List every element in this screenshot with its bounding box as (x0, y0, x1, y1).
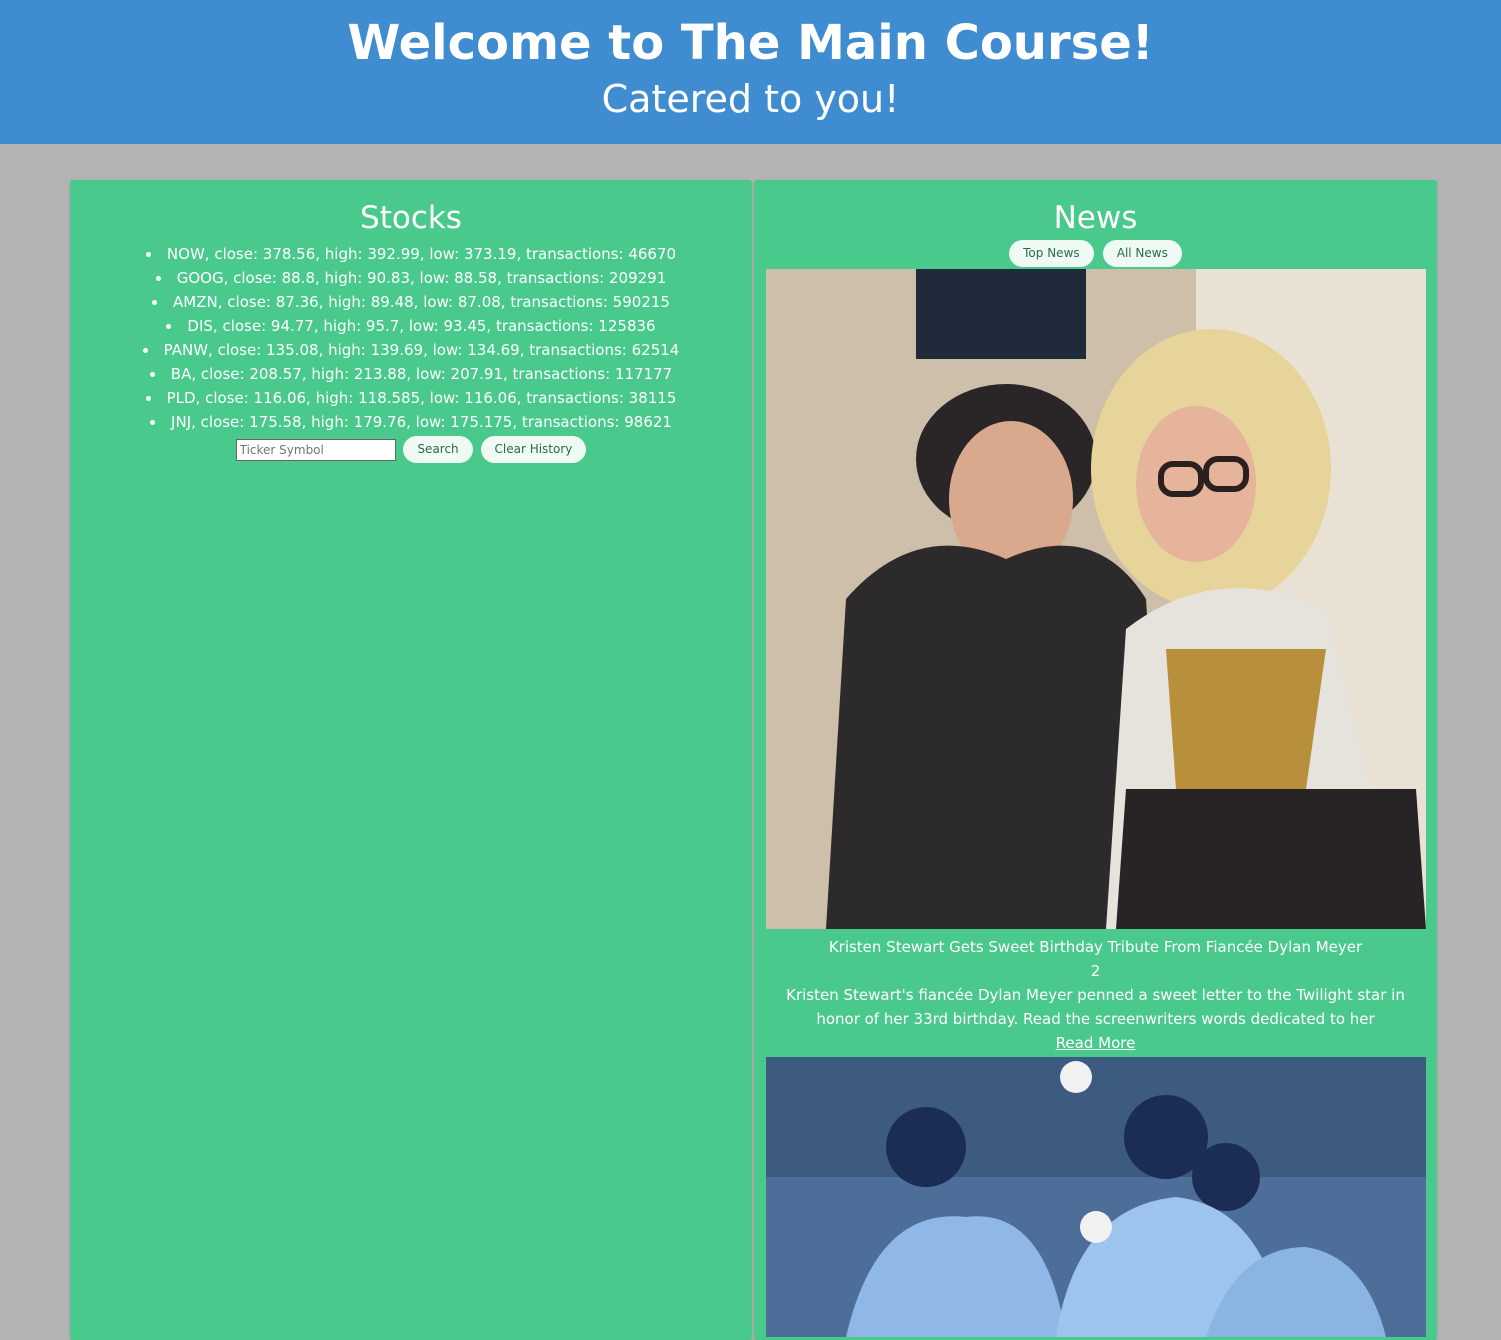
stocks-panel: Stocks NOW, close: 378.56, high: 392.99,… (70, 180, 752, 1340)
article-photo-illustration (765, 1057, 1426, 1337)
page-header: Welcome to The Main Course! Catered to y… (0, 0, 1501, 144)
page-subtitle: Catered to you! (601, 77, 900, 121)
ticker-search-row: Search Clear History (70, 436, 752, 463)
article-image (765, 269, 1426, 929)
read-more-link[interactable]: Read More (1056, 1034, 1136, 1052)
stock-item: PANW, close: 135.08, high: 139.69, low: … (70, 338, 752, 362)
article-title: Kristen Stewart Gets Sweet Birthday Trib… (828, 938, 1363, 956)
page-title: Welcome to The Main Course! (347, 15, 1154, 71)
stocks-title: Stocks (360, 200, 462, 236)
article-photo-illustration (765, 269, 1426, 929)
all-news-button[interactable]: All News (1102, 240, 1182, 267)
article-description: Kristen Stewart's fiancée Dylan Meyer pe… (786, 986, 1405, 1028)
stock-item: AMZN, close: 87.36, high: 89.48, low: 87… (70, 290, 752, 314)
ticker-symbol-input[interactable] (235, 438, 396, 461)
stock-item: PLD, close: 116.06, high: 118.585, low: … (70, 386, 752, 410)
stock-item: BA, close: 208.57, high: 213.88, low: 20… (70, 362, 752, 386)
top-news-button[interactable]: Top News (1009, 240, 1094, 267)
news-title: News (1053, 200, 1138, 236)
stock-item: GOOG, close: 88.8, high: 90.83, low: 88.… (70, 266, 752, 290)
search-button[interactable]: Search (403, 436, 473, 463)
news-article: Kristen Stewart Gets Sweet Birthday Trib… (754, 269, 1437, 1055)
article-image (765, 1057, 1426, 1337)
stock-list: NOW, close: 378.56, high: 392.99, low: 3… (70, 242, 752, 434)
news-filter-buttons: Top News All News (754, 240, 1437, 267)
stock-item: DIS, close: 94.77, high: 95.7, low: 93.4… (70, 314, 752, 338)
news-panel: News Top News All News Kristen Stewart G… (754, 180, 1437, 1340)
article-meta: 2 (1090, 962, 1101, 980)
stock-item: NOW, close: 378.56, high: 392.99, low: 3… (70, 242, 752, 266)
stock-item: JNJ, close: 175.58, high: 179.76, low: 1… (70, 410, 752, 434)
clear-history-button[interactable]: Clear History (480, 436, 587, 463)
news-article (754, 1057, 1437, 1337)
